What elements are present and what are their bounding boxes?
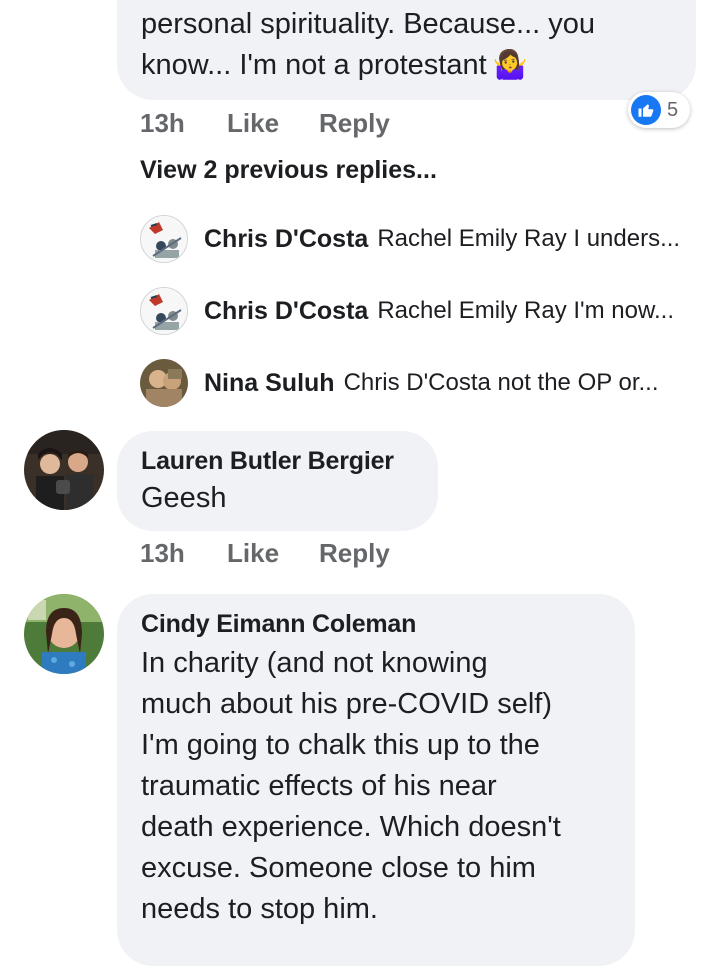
reply-row[interactable]: Chris D'Costa Rachel Emily Ray I'm now..… bbox=[140, 286, 674, 336]
reply-button[interactable]: Reply bbox=[319, 538, 390, 569]
comment-author[interactable]: Lauren Butler Bergier bbox=[141, 447, 438, 476]
like-button[interactable]: Like bbox=[227, 108, 279, 139]
comment-author[interactable]: Cindy Eimann Coleman bbox=[141, 610, 635, 639]
comment-text: Geesh bbox=[141, 482, 227, 514]
comment-bubble-top: personal spirituality. Because... you kn… bbox=[117, 0, 696, 100]
reply-author[interactable]: Chris D'Costa bbox=[204, 225, 368, 254]
reply-author[interactable]: Nina Suluh bbox=[204, 369, 335, 398]
reply-author[interactable]: Chris D'Costa bbox=[204, 297, 368, 326]
reply-snippet: Chris D'Costa not the OP or... bbox=[343, 369, 659, 396]
reply-button[interactable]: Reply bbox=[319, 108, 390, 139]
comment-text: In charity (and not knowing much about h… bbox=[141, 647, 561, 925]
avatar[interactable] bbox=[140, 287, 188, 335]
reaction-badge[interactable]: 5 bbox=[628, 92, 690, 128]
comment-time[interactable]: 13h bbox=[140, 108, 185, 139]
reply-row[interactable]: Nina Suluh Chris D'Costa not the OP or..… bbox=[140, 358, 659, 408]
comment-bubble: Cindy Eimann Coleman In charity (and not… bbox=[117, 594, 635, 966]
like-button[interactable]: Like bbox=[227, 538, 279, 569]
avatar[interactable] bbox=[24, 430, 104, 510]
avatar[interactable] bbox=[24, 594, 104, 674]
reply-row[interactable]: Chris D'Costa Rachel Emily Ray I unders.… bbox=[140, 214, 680, 264]
shrug-emoji: 🤷‍♀️ bbox=[492, 49, 528, 80]
avatar[interactable] bbox=[140, 215, 188, 263]
avatar[interactable] bbox=[140, 359, 188, 407]
thumbs-up-icon bbox=[631, 95, 661, 125]
reaction-count: 5 bbox=[667, 98, 679, 121]
reply-snippet: Rachel Emily Ray I'm now... bbox=[377, 297, 674, 324]
comment-bubble: Lauren Butler Bergier Geesh bbox=[117, 431, 438, 531]
comment-time[interactable]: 13h bbox=[140, 538, 185, 569]
view-previous-replies-link[interactable]: View 2 previous replies... bbox=[140, 156, 437, 185]
reply-snippet: Rachel Emily Ray I unders... bbox=[377, 225, 681, 252]
